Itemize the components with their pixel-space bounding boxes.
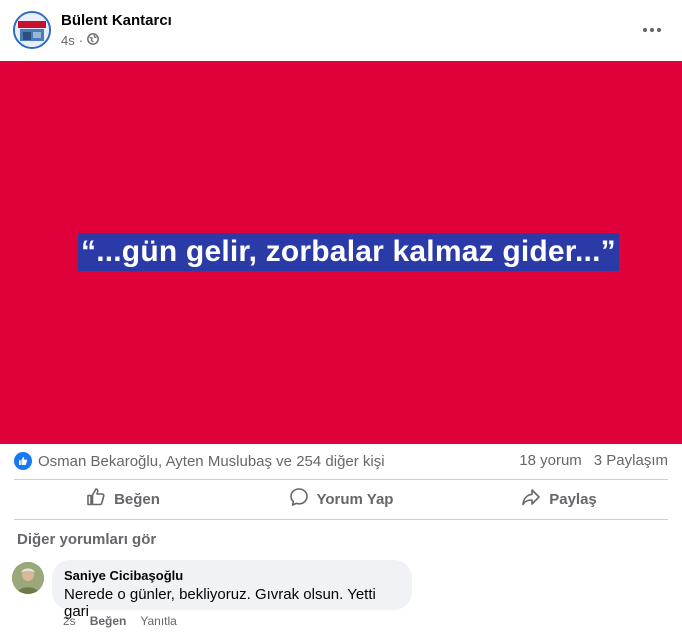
commenter-name[interactable]: Saniye Cicibaşoğlu: [64, 568, 400, 583]
post-meta: 4s ·: [61, 33, 99, 48]
comment-bubble: Saniye Cicibaşoğlu Nerede o günler, bekl…: [52, 560, 412, 620]
post-actions-bar: Beğen Yorum Yap Paylaş: [14, 480, 668, 518]
shares-count[interactable]: 3 Paylaşım: [594, 452, 668, 469]
more-options-button[interactable]: [636, 15, 668, 43]
author-name[interactable]: Bülent Kantarcı: [61, 12, 172, 29]
comment-bubble-icon: [289, 487, 309, 511]
comments-count[interactable]: 18 yorum: [519, 452, 582, 469]
more-horizontal-icon: [642, 20, 662, 38]
post-quote-text: “...gün gelir, zorbalar kalmaz gider...”: [78, 233, 619, 271]
share-arrow-icon: [521, 487, 541, 511]
thumbs-up-icon: [86, 487, 106, 511]
comment-reply-button[interactable]: Yanıtla: [140, 614, 176, 628]
comment-time[interactable]: 2s: [63, 614, 76, 628]
like-button[interactable]: Beğen: [14, 480, 232, 518]
like-button-label: Beğen: [114, 490, 160, 508]
divider: [14, 519, 668, 520]
reaction-names[interactable]: Osman Bekaroğlu, Ayten Muslubaş ve 254 d…: [38, 453, 385, 470]
share-button[interactable]: Paylaş: [450, 480, 668, 518]
post-header: Bülent Kantarcı 4s ·: [0, 0, 682, 60]
meta-separator: ·: [78, 33, 84, 48]
comment-button[interactable]: Yorum Yap: [232, 480, 450, 518]
commenter-avatar[interactable]: [12, 562, 44, 594]
comment-actions: 2s Beğen Yanıtla: [63, 614, 177, 628]
comment-button-label: Yorum Yap: [316, 490, 394, 508]
comment-like-button[interactable]: Beğen: [90, 614, 127, 628]
post-time[interactable]: 4s: [61, 33, 75, 48]
like-reaction-icon: [14, 452, 32, 470]
share-button-label: Paylaş: [549, 490, 597, 508]
see-more-comments-link[interactable]: Diğer yorumları gör: [17, 531, 156, 548]
globe-icon: [87, 33, 99, 48]
reaction-summary[interactable]: Osman Bekaroğlu, Ayten Muslubaş ve 254 d…: [14, 452, 385, 470]
engagement-counts: 18 yorum 3 Paylaşım: [519, 452, 668, 469]
author-avatar[interactable]: [13, 11, 51, 49]
